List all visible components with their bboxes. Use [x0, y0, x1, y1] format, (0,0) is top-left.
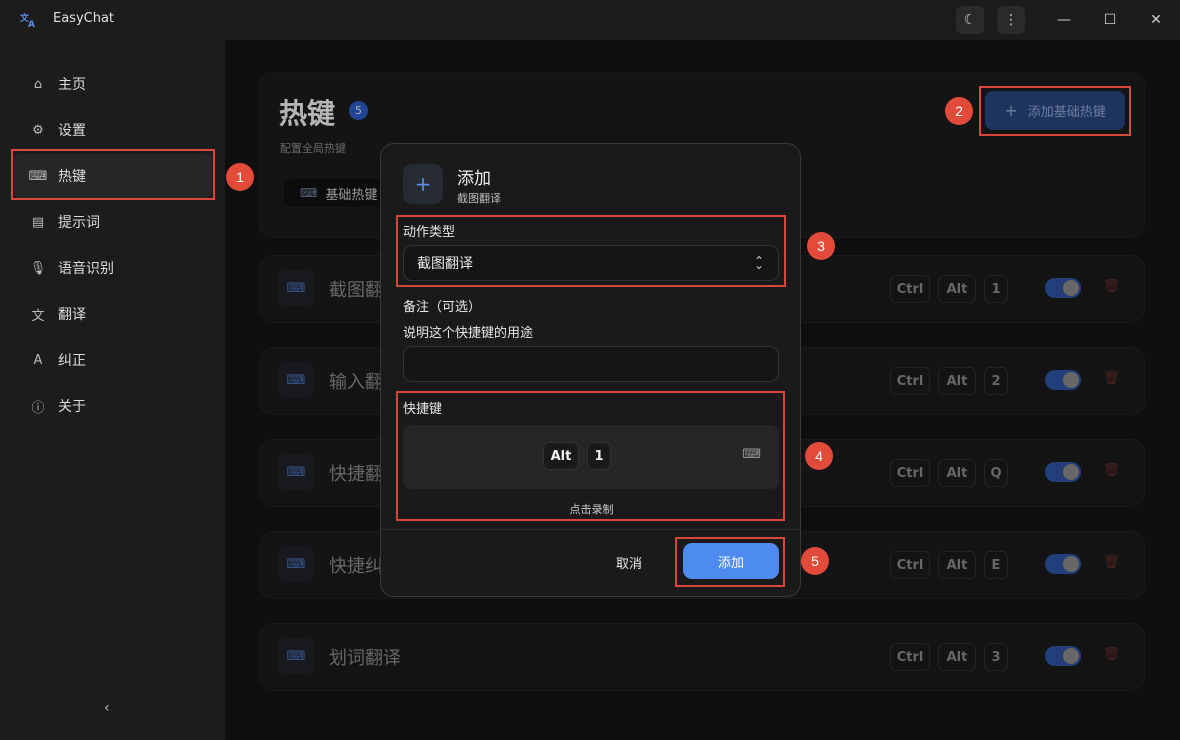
microphone-icon: 🎙 [29, 260, 47, 276]
sidebar-item-speech[interactable]: 🎙 语音识别 [14, 246, 212, 290]
sidebar-item-label: 提示词 [58, 215, 100, 231]
keyboard-icon: ⌨ [28, 168, 48, 184]
dialog-subtitle: 截图翻译 [457, 192, 501, 205]
sidebar-item-home[interactable]: ⌂ 主页 [14, 62, 212, 106]
annotation-marker: 1 [226, 163, 254, 191]
minimize-icon[interactable]: — [1052, 8, 1076, 32]
sidebar-item-correct[interactable]: A 纠正 [14, 338, 212, 382]
dialog-divider [381, 529, 800, 530]
cancel-button[interactable]: 取消 [601, 545, 657, 579]
sidebar-item-about[interactable]: ⓘ 关于 [14, 384, 212, 428]
spellcheck-icon: A [33, 352, 43, 368]
keyboard-icon: ⌨ [742, 447, 761, 462]
annotation-marker: 4 [805, 442, 833, 470]
app-title: EasyChat [53, 11, 115, 26]
note-hint: 说明这个快捷键的用途 [403, 326, 534, 341]
dialog-title: 添加 [457, 169, 491, 189]
shortcut-recorder[interactable]: Alt 1 ⌨ [403, 425, 779, 489]
moon-icon[interactable]: ☾ [956, 6, 984, 34]
action-type-label: 动作类型 [403, 225, 456, 240]
more-vertical-icon[interactable]: ⋮ [997, 6, 1025, 34]
gear-icon: ⚙ [32, 122, 44, 138]
sidebar-item-hotkeys[interactable]: ⌨ 热键 [14, 154, 212, 198]
chevron-updown-icon: ⌃ ⌄ [753, 254, 764, 272]
add-button[interactable]: 添加 [683, 543, 779, 579]
document-icon: ▤ [31, 214, 45, 230]
sidebar-item-translate[interactable]: 文 翻译 [14, 292, 212, 336]
info-icon: ⓘ [31, 400, 45, 416]
plus-icon: + [403, 164, 443, 204]
translate-icon: 文 [31, 308, 45, 324]
sidebar-item-label: 纠正 [58, 353, 86, 369]
sidebar-item-label: 关于 [58, 399, 86, 415]
sidebar-item-settings[interactable]: ⚙ 设置 [14, 108, 212, 152]
record-hint[interactable]: 点击录制 [381, 501, 802, 517]
sidebar-item-label: 翻译 [58, 307, 86, 323]
annotation-marker: 2 [945, 97, 973, 125]
title-bar: 文A EasyChat ☾ ⋮ — ☐ ✕ [0, 0, 1180, 40]
recorded-key: Alt [543, 442, 579, 470]
annotation-marker: 5 [801, 547, 829, 575]
chevron-left-icon[interactable]: ‹ [104, 700, 110, 716]
close-icon[interactable]: ✕ [1144, 8, 1168, 32]
action-type-select[interactable]: 截图翻译 ⌃ ⌄ [403, 245, 779, 281]
note-label: 备注（可选） [403, 300, 482, 315]
maximize-icon[interactable]: ☐ [1098, 8, 1122, 32]
sidebar-item-prompts[interactable]: ▤ 提示词 [14, 200, 212, 244]
sidebar-item-label: 热键 [58, 169, 86, 185]
annotation-marker: 3 [807, 232, 835, 260]
sidebar-item-label: 设置 [58, 123, 86, 139]
action-type-value: 截图翻译 [417, 256, 473, 272]
add-hotkey-dialog: + 添加 截图翻译 动作类型 截图翻译 ⌃ ⌄ 备注（可选） 说明这个快捷键的用途… [380, 143, 801, 597]
shortcut-label: 快捷键 [403, 402, 443, 417]
recorded-key: 1 [587, 442, 611, 470]
sidebar-item-label: 主页 [58, 77, 86, 93]
home-icon: ⌂ [33, 76, 43, 92]
sidebar-item-label: 语音识别 [58, 261, 114, 277]
note-input[interactable] [403, 346, 779, 382]
translate-icon: 文A [19, 11, 38, 30]
svg-text:A: A [28, 20, 35, 29]
